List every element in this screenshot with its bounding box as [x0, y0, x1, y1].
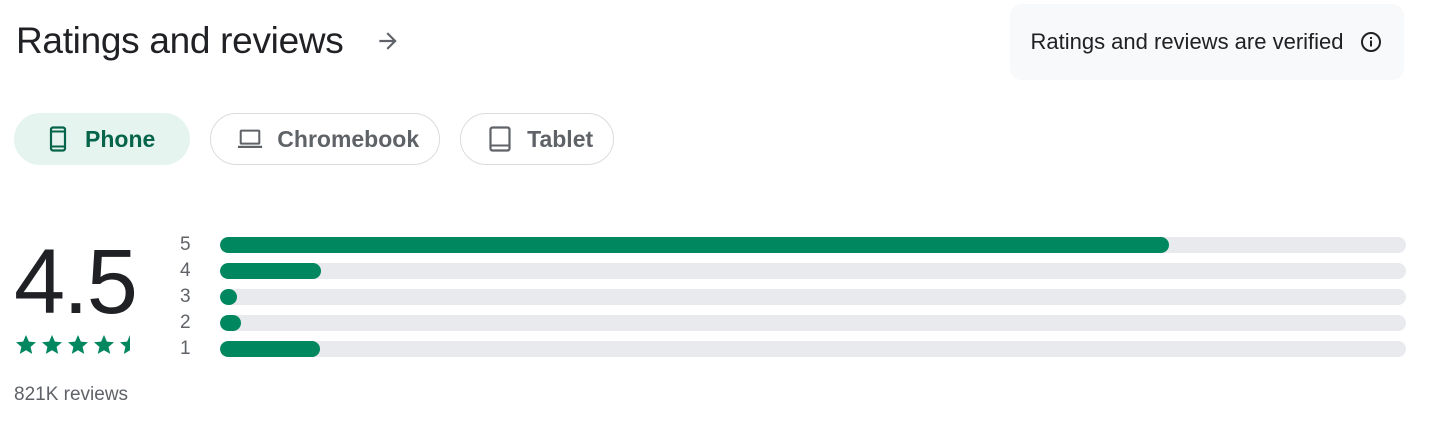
star-full-icon [68, 335, 88, 354]
phone-icon [45, 126, 71, 152]
info-icon[interactable] [1358, 29, 1384, 55]
distribution-row-5: 5 [180, 232, 1406, 258]
rating-distribution: 5 4 3 2 1 [180, 232, 1406, 362]
laptop-icon [237, 126, 263, 152]
distribution-label: 5 [180, 234, 191, 255]
chip-phone[interactable]: Phone [14, 113, 191, 165]
distribution-track [220, 237, 1406, 253]
distribution-row-4: 4 [180, 258, 1406, 284]
tablet-icon [487, 126, 513, 152]
rating-summary: 4.5 821K reviews [14, 232, 174, 406]
chip-tablet[interactable]: Tablet [460, 113, 615, 165]
distribution-fill [220, 237, 1169, 253]
distribution-row-1: 1 [180, 336, 1406, 362]
star-rating [14, 332, 174, 358]
distribution-label: 4 [180, 260, 191, 281]
distribution-fill [220, 263, 321, 279]
chip-chromebook[interactable]: Chromebook [210, 113, 441, 165]
chip-label: Phone [85, 125, 156, 152]
star-full-icon [94, 335, 114, 354]
distribution-track [220, 289, 1406, 305]
distribution-fill [220, 315, 242, 331]
distribution-row-3: 3 [180, 284, 1406, 310]
chip-label: Chromebook [277, 125, 420, 152]
distribution-fill [220, 289, 237, 305]
distribution-track [220, 315, 1406, 331]
distribution-label: 2 [180, 312, 191, 333]
distribution-label: 3 [180, 286, 191, 307]
verified-text: Ratings and reviews are verified [1030, 29, 1344, 54]
star-full-icon [42, 335, 62, 354]
chip-label: Tablet [527, 125, 594, 152]
distribution-row-2: 2 [180, 310, 1406, 336]
distribution-label: 1 [180, 338, 191, 359]
verified-notice: Ratings and reviews are verified [1010, 4, 1404, 80]
distribution-track [220, 263, 1406, 279]
distribution-track [220, 341, 1406, 357]
average-rating: 4.5 [14, 231, 138, 333]
star-full-icon [16, 335, 36, 354]
section-title: Ratings and reviews [16, 20, 344, 61]
device-filter-chips: Phone Chromebook Tablet [14, 113, 615, 165]
distribution-fill [220, 341, 320, 357]
reviews-count: 821K reviews [14, 384, 129, 405]
ratings-header: Ratings and reviews [16, 14, 403, 68]
star-half-icon [120, 335, 130, 354]
arrow-forward-icon[interactable] [373, 26, 403, 56]
